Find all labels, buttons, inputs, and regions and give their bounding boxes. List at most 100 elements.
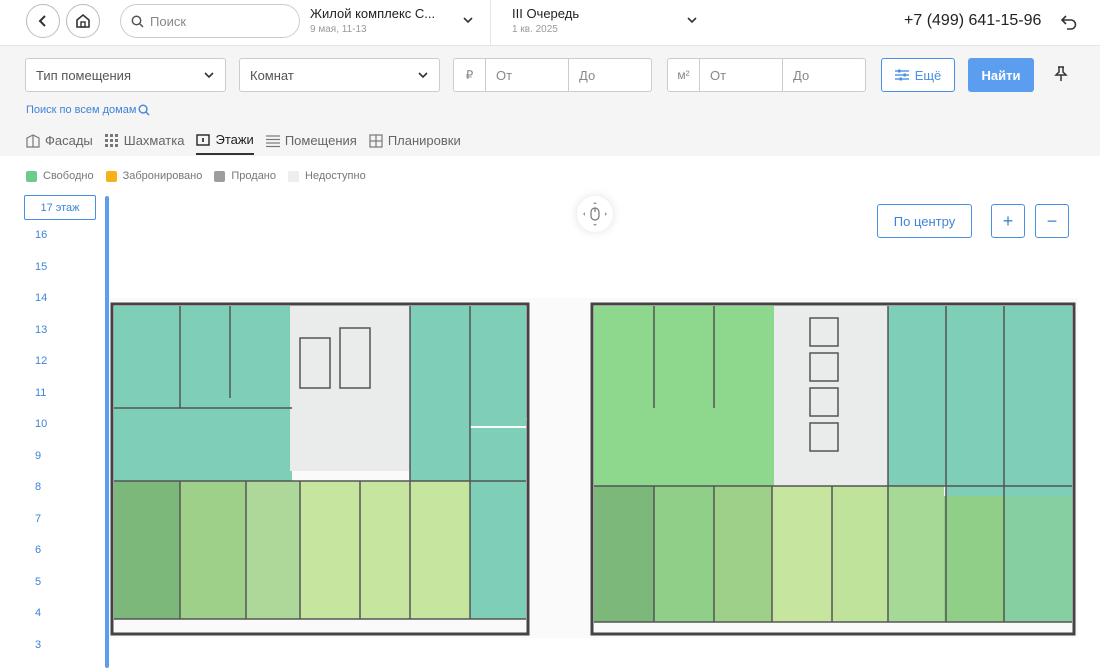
apartment[interactable] (946, 306, 1072, 496)
back-button[interactable] (26, 4, 60, 38)
plan-detail (525, 418, 527, 420)
floor-item[interactable]: 11 (24, 378, 98, 410)
home-icon (76, 13, 90, 28)
sliders-icon (894, 69, 909, 81)
chevron-down-icon (204, 72, 214, 79)
tab-label: Фасады (45, 133, 93, 148)
floor-item[interactable]: 9 (24, 441, 98, 473)
floor-item[interactable]: 7 (24, 504, 98, 536)
chevron-down-icon (418, 72, 428, 79)
mouse-drag-hint (577, 196, 613, 232)
floor-item[interactable]: 16 (24, 220, 98, 252)
rooms-select[interactable]: Комнат (239, 58, 440, 92)
list-icon (265, 134, 280, 147)
area-to-input[interactable]: До (783, 59, 865, 91)
floor-item[interactable]: 14 (24, 283, 98, 315)
grid-icon (104, 133, 118, 147)
floor-item[interactable]: 3 (24, 630, 98, 662)
selected-floor[interactable]: 17 этаж (24, 195, 96, 220)
chevron-down-icon[interactable] (686, 14, 698, 26)
legend-sold: Продано (214, 170, 276, 182)
mouse-drag-icon (583, 202, 607, 226)
apartment[interactable] (772, 486, 832, 622)
floor-item[interactable]: 6 (24, 535, 98, 567)
floor-scrollbar[interactable] (105, 196, 109, 668)
project-selector[interactable]: Жилой комплекс С... 9 мая, 11-13 (310, 6, 435, 35)
apartment[interactable] (180, 481, 246, 619)
apartment[interactable] (654, 486, 714, 622)
apartment[interactable] (246, 481, 300, 619)
apartment[interactable] (114, 306, 292, 481)
more-filters-button[interactable]: Ещё (881, 58, 955, 92)
legend-label: Свободно (43, 170, 94, 182)
pin-icon[interactable] (1054, 66, 1068, 82)
apartment[interactable] (594, 486, 654, 622)
room-type-select[interactable]: Тип помещения (25, 58, 226, 92)
zoom-in-button[interactable]: + (991, 204, 1025, 238)
find-button[interactable]: Найти (968, 58, 1034, 92)
legend-swatch (26, 170, 37, 182)
apartment[interactable] (888, 306, 946, 486)
tab-floors[interactable]: Этажи (196, 132, 254, 155)
legend-swatch (288, 170, 300, 182)
plan-section-right (590, 302, 1076, 636)
floor-item[interactable]: 4 (24, 598, 98, 630)
project-title: Жилой комплекс С... (310, 6, 436, 21)
apartment[interactable] (888, 486, 944, 622)
search-all-houses-label: Поиск по всем домам (26, 104, 137, 116)
area-unit: м² (668, 59, 700, 91)
apartment[interactable] (1004, 496, 1072, 622)
tab-label: Шахматка (123, 133, 185, 148)
zoom-out-button[interactable]: − (1035, 204, 1069, 238)
apartment[interactable] (832, 486, 888, 622)
price-unit: ₽ (454, 59, 486, 91)
search-input[interactable]: Поиск (120, 4, 300, 38)
floor-item[interactable]: 8 (24, 472, 98, 504)
tab-chess[interactable]: Шахматка (104, 132, 185, 155)
apartment[interactable] (300, 481, 410, 619)
apartment[interactable] (714, 486, 772, 622)
chevron-down-icon[interactable] (462, 14, 474, 26)
price-to-input[interactable]: До (569, 59, 651, 91)
apartment[interactable] (944, 496, 1004, 622)
floor-list: 16 15 14 13 12 11 10 9 8 7 6 5 4 3 (24, 220, 98, 661)
home-button[interactable] (66, 4, 100, 38)
more-label: Ещё (914, 67, 942, 83)
phone-number[interactable]: +7 (499) 641-15-96 (904, 12, 1041, 30)
tab-layouts[interactable]: Планировки (369, 132, 461, 155)
floor-plan (110, 298, 1078, 638)
search-icon (131, 15, 144, 28)
project-date: 9 мая, 11-13 (310, 24, 367, 35)
rooms-label: Комнат (250, 67, 294, 83)
floor-item[interactable]: 12 (24, 346, 98, 378)
center-button[interactable]: По центру (877, 204, 972, 238)
floor-item[interactable]: 5 (24, 567, 98, 599)
search-placeholder: Поиск (150, 13, 187, 29)
price-from-input[interactable]: От (486, 59, 569, 91)
legend-label: Недоступно (305, 170, 366, 182)
queue-selector[interactable]: III Очередь 1 кв. 2025 (512, 6, 579, 35)
search-all-houses-link[interactable]: Поиск по всем домам (26, 104, 150, 116)
apartment[interactable] (594, 306, 774, 486)
room-type-label: Тип помещения (36, 67, 131, 83)
floor-item[interactable]: 10 (24, 409, 98, 441)
floor-item[interactable]: 15 (24, 252, 98, 284)
floor-icon (196, 133, 211, 146)
tab-facades[interactable]: Фасады (26, 132, 93, 155)
apartment[interactable] (410, 306, 470, 481)
apartment[interactable] (114, 481, 180, 619)
legend-free: Свободно (26, 170, 94, 182)
tab-premises[interactable]: Помещения (265, 132, 357, 155)
area-from-input[interactable]: От (700, 59, 783, 91)
tab-label: Помещения (284, 133, 357, 148)
legend-swatch (105, 170, 117, 182)
apartment[interactable] (470, 428, 526, 619)
legend-label: Забронировано (122, 170, 203, 182)
undo-icon[interactable] (1060, 13, 1078, 31)
legend-unavailable: Недоступно (288, 170, 366, 182)
layout-icon (369, 133, 383, 148)
area-range: м² От До (667, 58, 866, 92)
apartment[interactable] (468, 306, 526, 426)
floor-item[interactable]: 13 (24, 315, 98, 347)
floor-selector: 17 этаж 16 15 14 13 12 11 10 9 8 7 6 5 4… (24, 195, 98, 661)
